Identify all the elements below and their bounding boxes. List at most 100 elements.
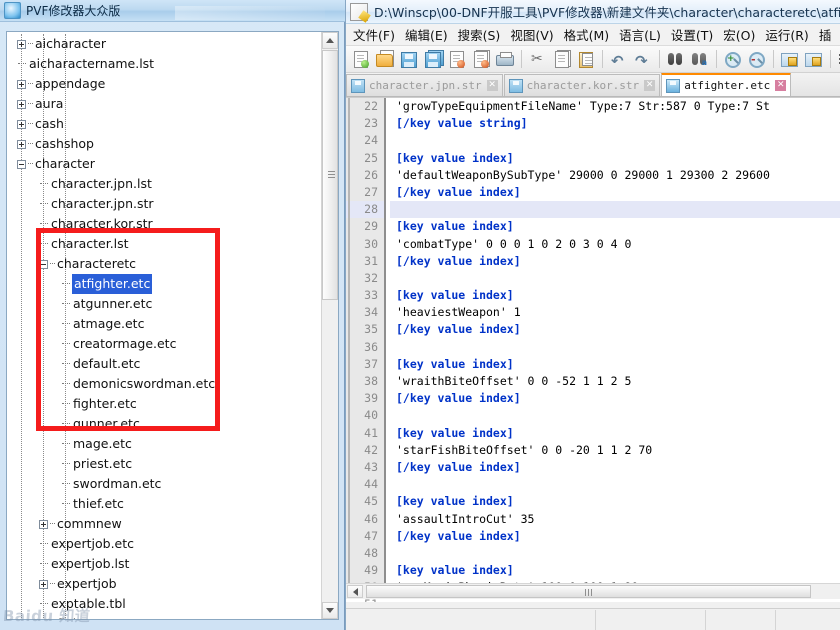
- toolbar-button-save-all[interactable]: [421, 48, 444, 71]
- tree-item[interactable]: demonicswordman.etc: [7, 374, 321, 394]
- code-line[interactable]: 'growTypeEquipmentFileName' Type:7 Str:5…: [390, 98, 840, 115]
- toolbar-button-zoom-out[interactable]: -: [745, 48, 768, 71]
- tree-item-selected[interactable]: atfighter.etc: [7, 274, 321, 294]
- pvf-titlebar[interactable]: PVF修改器大众版: [0, 0, 345, 22]
- tab-close-icon[interactable]: ✕: [644, 80, 655, 91]
- expand-plus-icon[interactable]: [17, 120, 26, 129]
- toolbar-button-close-all[interactable]: [469, 48, 492, 71]
- code-editor[interactable]: 2223242526272829303132333435363738394041…: [346, 97, 840, 602]
- code-line[interactable]: [key value index]: [390, 356, 840, 373]
- tree-item[interactable]: cash: [7, 114, 321, 134]
- code-line[interactable]: [/key value index]: [390, 321, 840, 338]
- code-line[interactable]: [key value index]: [390, 287, 840, 304]
- tree-item[interactable]: atmage.etc: [7, 314, 321, 334]
- menu-item-0[interactable]: 文件(F): [348, 24, 400, 46]
- tree-item[interactable]: thief.etc: [7, 494, 321, 514]
- editor-tab[interactable]: character.kor.str✕: [504, 74, 661, 96]
- code-line[interactable]: [key value index]: [390, 218, 840, 235]
- code-line[interactable]: [/key value index]: [390, 253, 840, 270]
- toolbar-button-paste[interactable]: [574, 48, 597, 71]
- code-line[interactable]: [/key value string]: [390, 115, 840, 132]
- code-line[interactable]: [/key value index]: [390, 184, 840, 201]
- toolbar-button-zoom-in[interactable]: +: [721, 48, 744, 71]
- code-line[interactable]: [390, 476, 840, 493]
- code-line[interactable]: [key value index]: [390, 425, 840, 442]
- toolbar-button-close-file[interactable]: [445, 48, 468, 71]
- code-line[interactable]: 'heaviestWeapon' 1: [390, 304, 840, 321]
- expand-plus-icon[interactable]: [17, 40, 26, 49]
- tree-item[interactable]: mage.etc: [7, 434, 321, 454]
- collapse-minus-icon[interactable]: [17, 160, 26, 169]
- toolbar-button-sync-vertical[interactable]: [778, 48, 801, 71]
- toolbar-button-undo[interactable]: ↶: [607, 48, 630, 71]
- menu-item-2[interactable]: 搜索(S): [453, 24, 506, 46]
- menu-item-7[interactable]: 宏(O): [718, 24, 760, 46]
- code-text-area[interactable]: 'growTypeEquipmentFileName' Type:7 Str:5…: [390, 98, 840, 583]
- tree-item[interactable]: swordman.etc: [7, 474, 321, 494]
- code-line[interactable]: [key value index]: [390, 562, 840, 579]
- toolbar-button-new-file[interactable]: [349, 48, 372, 71]
- tree-item[interactable]: fighter.etc: [7, 394, 321, 414]
- tree-item[interactable]: character.jpn.lst: [7, 174, 321, 194]
- menu-item-8[interactable]: 运行(R): [760, 24, 813, 46]
- code-line[interactable]: [390, 132, 840, 149]
- editor-horizontal-scrollbar[interactable]: [346, 583, 840, 599]
- code-line[interactable]: 'starFishBiteOffset' 0 0 -20 1 1 2 70: [390, 442, 840, 459]
- tree-item[interactable]: characteretc: [7, 254, 321, 274]
- tree-item[interactable]: character.lst: [7, 234, 321, 254]
- toolbar-button-open-file[interactable]: [373, 48, 396, 71]
- tree-item[interactable]: appendage: [7, 74, 321, 94]
- toolbar-button-save[interactable]: [397, 48, 420, 71]
- tab-close-icon[interactable]: ✕: [775, 80, 786, 91]
- tree-item[interactable]: expertjob.etc: [7, 534, 321, 554]
- tree-item[interactable]: default.etc: [7, 354, 321, 374]
- expand-plus-icon[interactable]: [17, 100, 26, 109]
- hscroll-left-button[interactable]: [347, 585, 363, 598]
- toolbar-button-copy[interactable]: [550, 48, 573, 71]
- code-line[interactable]: 'assaultIntroCut' 35: [390, 511, 840, 528]
- code-line[interactable]: [key value index]: [390, 493, 840, 510]
- code-line[interactable]: [/key value index]: [390, 459, 840, 476]
- expand-plus-icon[interactable]: [39, 520, 48, 529]
- code-line[interactable]: 'wraithBiteOffset' 0 0 -52 1 1 2 5: [390, 373, 840, 390]
- toolbar-button-sync-horizontal[interactable]: [802, 48, 825, 71]
- tree-item[interactable]: aura: [7, 94, 321, 114]
- scroll-up-button[interactable]: [322, 32, 338, 49]
- tree-item[interactable]: expertjob: [7, 574, 321, 594]
- code-line[interactable]: [key value index]: [390, 150, 840, 167]
- expand-plus-icon[interactable]: [17, 140, 26, 149]
- tree-item[interactable]: creatormage.etc: [7, 334, 321, 354]
- tree-item[interactable]: character.kor.str: [7, 214, 321, 234]
- code-line[interactable]: [390, 270, 840, 287]
- code-line[interactable]: 'combatType' 0 0 0 1 0 2 0 3 0 4 0: [390, 236, 840, 253]
- editor-tab-active[interactable]: atfighter.etc✕: [661, 73, 791, 96]
- menu-item-3[interactable]: 视图(V): [505, 24, 558, 46]
- toolbar-button-word-wrap[interactable]: [835, 48, 840, 71]
- toolbar-button-find[interactable]: [664, 48, 687, 71]
- tree-item[interactable]: priest.etc: [7, 454, 321, 474]
- toolbar-button-cut[interactable]: ✂: [526, 48, 549, 71]
- tree-item[interactable]: atgunner.etc: [7, 294, 321, 314]
- toolbar-button-redo[interactable]: ↷: [631, 48, 654, 71]
- notepadpp-titlebar[interactable]: D:\Winscp\00-DNF开服工具\PVF修改器\新建文件夹\charac…: [346, 0, 840, 24]
- code-line[interactable]: 'defaultWeaponBySubType' 29000 0 29000 1…: [390, 167, 840, 184]
- tree-item[interactable]: cashshop: [7, 134, 321, 154]
- code-line[interactable]: [/key value index]: [390, 390, 840, 407]
- tree-item[interactable]: gunner.etc: [7, 414, 321, 434]
- tree-item[interactable]: expertjob.lst: [7, 554, 321, 574]
- tree-vertical-scrollbar[interactable]: [321, 32, 338, 619]
- hscroll-thumb[interactable]: [366, 585, 811, 598]
- tree-item[interactable]: character: [7, 154, 321, 174]
- tab-close-icon[interactable]: ✕: [487, 80, 498, 91]
- scroll-down-button[interactable]: [322, 602, 338, 619]
- tree-item[interactable]: commnew: [7, 514, 321, 534]
- tree-scroll-thumb[interactable]: [322, 50, 338, 300]
- code-line[interactable]: [390, 201, 840, 218]
- menu-item-4[interactable]: 格式(M): [559, 24, 615, 46]
- tree-item[interactable]: aicharactername.lst: [7, 54, 321, 74]
- tree-item[interactable]: aicharacter: [7, 34, 321, 54]
- toolbar-button-replace[interactable]: a: [688, 48, 711, 71]
- expand-plus-icon[interactable]: [39, 580, 48, 589]
- code-line[interactable]: [390, 545, 840, 562]
- editor-tab[interactable]: character.jpn.str✕: [346, 74, 503, 96]
